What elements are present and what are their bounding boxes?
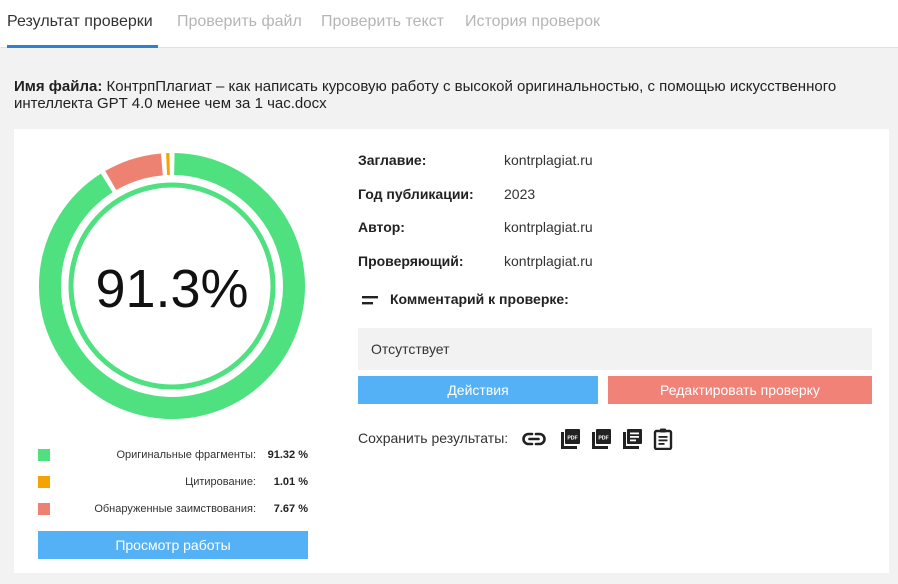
active-tab-indicator (7, 45, 158, 48)
author-value: kontrplagiat.ru (504, 219, 593, 235)
originality-score: 91.3% (95, 259, 249, 319)
pdf-icon[interactable]: PDF (589, 428, 613, 450)
legend-original: Оригинальные фрагменты: 91.32 % (38, 447, 308, 463)
tab-check-text[interactable]: Проверить текст (321, 13, 444, 31)
legend-citation-label: Цитирование: (185, 476, 256, 488)
file-name-value: КонтрпПлагиат – как написать курсовую ра… (14, 78, 837, 112)
legend-borrowed-label: Обнаруженные заимствования: (94, 503, 256, 515)
comment-lines-icon (362, 296, 378, 305)
comment-text: Отсутствует (371, 341, 450, 357)
legend-borrowed-swatch (38, 503, 50, 515)
checker-value: kontrplagiat.ru (504, 253, 593, 269)
legend-original-value: 91.32 % (267, 449, 308, 461)
file-name: Имя файла: КонтрпПлагиат – как написать … (14, 78, 874, 112)
tab-check-file[interactable]: Проверить файл (177, 13, 302, 31)
pdf-icon[interactable]: PDF (558, 428, 582, 450)
author-label: Автор: (358, 219, 405, 235)
document-icon[interactable] (651, 428, 675, 450)
legend-citation-swatch (38, 476, 50, 488)
legend-citation-value: 1.01 % (273, 476, 308, 488)
save-results-label: Сохранить результаты: (358, 430, 509, 446)
donut-segment-borrowed (105, 153, 164, 191)
tab-history[interactable]: История проверок (465, 13, 600, 31)
legend-original-swatch (38, 449, 50, 461)
svg-text:PDF: PDF (567, 436, 577, 442)
checker-label: Проверяющий: (358, 253, 464, 269)
comment-label: Комментарий к проверке: (390, 291, 569, 307)
report-icon[interactable] (620, 428, 644, 450)
title-value: kontrplagiat.ru (504, 152, 593, 168)
legend-citation: Цитирование: 1.01 % (38, 474, 308, 490)
legend-borrowed: Обнаруженные заимствования: 7.67 % (38, 501, 308, 517)
tab-bar: Результат проверки Проверить файл Провер… (0, 0, 898, 48)
tab-check-result[interactable]: Результат проверки (7, 13, 153, 31)
svg-text:PDF: PDF (598, 436, 608, 442)
year-label: Год публикации: (358, 186, 474, 202)
legend-borrowed-value: 7.67 % (273, 503, 308, 515)
edit-check-button[interactable]: Редактировать проверку (608, 376, 872, 404)
actions-button[interactable]: Действия (358, 376, 598, 404)
file-name-label: Имя файла: (14, 78, 103, 95)
link-icon[interactable] (522, 428, 546, 450)
year-value: 2023 (504, 186, 536, 202)
view-work-button[interactable]: Просмотр работы (38, 531, 308, 559)
legend-original-label: Оригинальные фрагменты: (116, 449, 256, 461)
title-label: Заглавие: (358, 152, 427, 168)
comment-box: Отсутствует (358, 328, 872, 370)
